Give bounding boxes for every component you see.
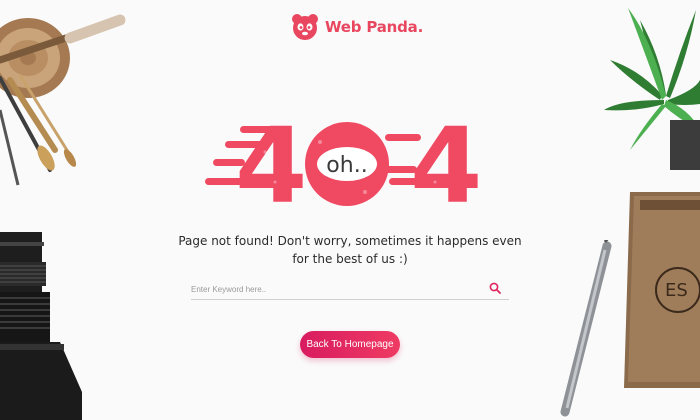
message-line-1: Page not found! Don't worry, sometimes i… xyxy=(178,234,522,248)
error-digit-left: 4 xyxy=(235,112,307,212)
brand-logo[interactable]: Web Panda. xyxy=(291,12,423,42)
search-input[interactable] xyxy=(191,280,481,298)
search-icon[interactable] xyxy=(489,282,501,294)
camera-lens-image xyxy=(0,232,82,420)
error-404-illustration: 4 4 oh.. xyxy=(205,112,482,212)
search-bar xyxy=(191,278,509,300)
back-to-homepage-button[interactable]: Back To Homepage xyxy=(300,331,400,358)
pen-image xyxy=(560,240,612,417)
plant-image xyxy=(604,8,700,170)
paint-brushes-image xyxy=(0,14,126,186)
error-digit-right: 4 xyxy=(410,112,482,212)
error-bubble-text: oh.. xyxy=(326,153,367,178)
svg-text:ES: ES xyxy=(665,280,688,301)
brand-name: Web Panda. xyxy=(325,18,424,36)
not-found-message: Page not found! Don't worry, sometimes i… xyxy=(160,232,540,268)
leather-notebook-image: ES xyxy=(624,192,700,388)
panda-icon xyxy=(292,14,318,40)
message-line-2: for the best of us :) xyxy=(292,252,408,266)
